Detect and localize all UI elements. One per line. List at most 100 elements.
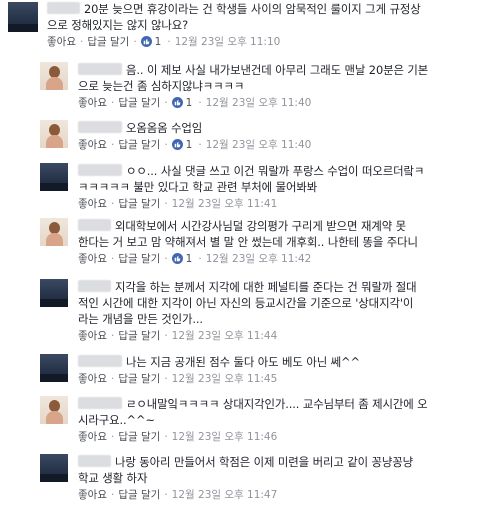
author-name[interactable]: ▌▌▌▌ — [78, 397, 122, 409]
separator: · — [164, 97, 168, 109]
comment-body: ▌▌▌▌ㅇㅇ... 사실 댓글 쓰고 이건 뭐랄까 푸랑스 수업이 떠오르더랔ㅋ… — [78, 163, 478, 211]
like-count[interactable]: 1 — [186, 139, 193, 151]
author-name[interactable]: ▌▌▌ — [47, 2, 80, 14]
reply-button[interactable]: 답글 달기 — [118, 97, 160, 109]
comment-actions: 좋아요 · 답글 달기 · 12월 23일 오후 11:45 — [78, 372, 478, 386]
author-name[interactable]: ▌▌▌▌ — [78, 121, 122, 133]
separator: · — [110, 97, 115, 109]
comment-body: ▌▌▌외대학보에서 시간강사님덜 강의평가 구리게 받으면 재계약 못 한다는 … — [78, 218, 478, 266]
reply-button[interactable]: 답글 달기 — [118, 373, 160, 385]
comment-text-line: ▌▌▌▌ㅇㅇ... 사실 댓글 쓰고 이건 뭐랄까 푸랑스 수업이 떠오르더랔ㅋ… — [78, 163, 478, 195]
avatar[interactable] — [40, 454, 68, 482]
like-button[interactable]: 좋아요 — [78, 253, 107, 265]
reply-button[interactable]: 답글 달기 — [118, 489, 160, 501]
like-button[interactable]: 좋아요 — [78, 431, 107, 443]
timestamp[interactable]: 12월 23일 오후 11:42 — [206, 253, 312, 265]
author-name[interactable]: ▌▌▌▌ — [78, 164, 122, 176]
comment-text-line: ▌▌▌▌ 오옴옴옴 수업임 — [78, 120, 478, 136]
like-button[interactable]: 좋아요 — [78, 489, 107, 501]
separator: · — [164, 330, 168, 342]
comment-text: 나는 지금 공개된 점수 둘다 아도 베도 아닌 쎄^^ — [126, 355, 360, 369]
timestamp[interactable]: 12월 23일 오후 11:46 — [172, 431, 278, 443]
comment-body: ▌▌▌▌ 나는 지금 공개된 점수 둘다 아도 베도 아닌 쎄^^ 좋아요 · 답글 … — [78, 354, 478, 386]
separator: · — [164, 431, 168, 443]
comment-text-line: ▌▌▌외대학보에서 시간강사님덜 강의평가 구리게 받으면 재계약 못 한다는 … — [78, 218, 478, 250]
comment-actions: 좋아요 · 답글 달기 · 1 · 12월 23일 오후 11:40 — [78, 138, 478, 152]
thumbs-up-icon — [171, 253, 183, 264]
reply-button[interactable]: 답글 달기 — [118, 431, 160, 443]
avatar[interactable] — [40, 62, 68, 90]
timestamp[interactable]: 12월 23일 오후 11:41 — [172, 198, 278, 210]
comment-text-line: ▌▌▌지각을 하는 분께서 지각에 대한 페널티를 준다는 건 뭐랄까 절대 적… — [78, 279, 478, 327]
separator: · — [198, 97, 202, 109]
separator: · — [79, 36, 84, 48]
comment-text: 지각을 하는 분께서 지각에 대한 페널티를 준다는 건 뭐랄까 절대 적인 시… — [78, 280, 417, 326]
author-name[interactable]: ▌▌▌▌ — [78, 63, 122, 75]
like-button[interactable]: 좋아요 — [78, 139, 107, 151]
avatar[interactable] — [40, 354, 68, 382]
timestamp[interactable]: 12월 23일 오후 11:45 — [172, 373, 278, 385]
timestamp[interactable]: 12월 23일 오후 11:47 — [172, 489, 278, 501]
comment-text-line: ▌▌▌▌음.. 이 제보 사실 내가보낸건데 아무리 그래도 맨날 20분은 기… — [78, 62, 478, 94]
comment-text: 나랑 동아리 만들어서 학점은 이제 미련을 버리고 같이 꽁냥꽁냥 학교 생활… — [78, 455, 414, 485]
avatar[interactable] — [40, 218, 68, 246]
separator: · — [110, 489, 115, 501]
comment-text-line: ▌▌▌나랑 동아리 만들어서 학점은 이제 미련을 버리고 같이 꽁냥꽁냥 학교… — [78, 454, 478, 486]
like-count[interactable]: 1 — [186, 253, 193, 265]
avatar[interactable] — [40, 120, 68, 148]
author-name[interactable]: ▌▌▌ — [78, 280, 111, 292]
comment-actions: 좋아요 · 답글 달기 · 12월 23일 오후 11:47 — [78, 488, 478, 502]
comment-text-line: ▌▌▌▌ 나는 지금 공개된 점수 둘다 아도 베도 아닌 쎄^^ — [78, 354, 478, 370]
comment-actions: 좋아요 · 답글 달기 · 12월 23일 오후 11:46 — [78, 430, 478, 444]
avatar[interactable] — [40, 163, 68, 191]
timestamp[interactable]: 12월 23일 오후 11:44 — [172, 330, 278, 342]
separator: · — [164, 139, 168, 151]
separator: · — [164, 253, 168, 265]
separator: · — [164, 489, 168, 501]
separator: · — [110, 139, 115, 151]
reply-button[interactable]: 답글 달기 — [118, 330, 160, 342]
comment-text: ㄹㅇ내말잌ㅋㅋㅋㅋ 상대지각인가.... 교수님부터 좀 제시간에 오 시라구요… — [78, 397, 428, 427]
timestamp[interactable]: 12월 23일 오후 11:40 — [206, 139, 312, 151]
timestamp[interactable]: 12월 23일 오후 11:10 — [175, 36, 281, 48]
author-name[interactable]: ▌▌▌ — [78, 219, 111, 231]
like-button[interactable]: 좋아요 — [78, 330, 107, 342]
thumbs-up-icon — [140, 36, 152, 47]
comment-actions: 좋아요 · 답글 달기 · 1 · 12월 23일 오후 11:42 — [78, 252, 478, 266]
separator: · — [164, 373, 168, 385]
avatar[interactable] — [40, 396, 68, 424]
author-name[interactable]: ▌▌▌ — [78, 455, 111, 467]
like-button[interactable]: 좋아요 — [78, 373, 107, 385]
comment-text-line: ▌▌▌▌ㄹㅇ내말잌ㅋㅋㅋㅋ 상대지각인가.... 교수님부터 좀 제시간에 오 … — [78, 396, 478, 428]
reply-button[interactable]: 답글 달기 — [118, 139, 160, 151]
comment-text: 20분 늦으면 휴강이라는 건 학생들 사이의 암묵적인 룰이지 그게 규정상 … — [47, 2, 421, 32]
comment-body: ▌▌▌▌음.. 이 제보 사실 내가보낸건데 아무리 그래도 맨날 20분은 기… — [78, 62, 478, 110]
author-name[interactable]: ▌▌▌▌ — [78, 355, 122, 367]
comment-body: ▌▌▌지각을 하는 분께서 지각에 대한 페널티를 준다는 건 뭐랄까 절대 적… — [78, 279, 478, 343]
like-count[interactable]: 1 — [186, 97, 193, 109]
like-button[interactable]: 좋아요 — [78, 97, 107, 109]
comment-text: 외대학보에서 시간강사님덜 강의평가 구리게 받으면 재계약 못 한다는 거 보… — [78, 219, 418, 249]
separator: · — [110, 431, 115, 443]
comment-body: ▌▌▌나랑 동아리 만들어서 학점은 이제 미련을 버리고 같이 꽁냥꽁냥 학교… — [78, 454, 478, 502]
separator: · — [198, 139, 202, 151]
separator: · — [164, 198, 168, 210]
comment-actions: 좋아요 · 답글 달기 · 1 · 12월 23일 오후 11:40 — [78, 96, 478, 110]
avatar[interactable] — [8, 2, 38, 32]
like-button[interactable]: 좋아요 — [47, 36, 76, 48]
reply-button[interactable]: 답글 달기 — [118, 253, 160, 265]
comment-text-line: ▌▌▌20분 늦으면 휴강이라는 건 학생들 사이의 암묵적인 룰이지 그게 규… — [47, 1, 478, 33]
avatar[interactable] — [40, 279, 68, 307]
reply-button[interactable]: 답글 달기 — [118, 198, 160, 210]
comment-actions: 좋아요 · 답글 달기 · 12월 23일 오후 11:44 — [78, 329, 478, 343]
like-button[interactable]: 좋아요 — [78, 198, 107, 210]
comment-actions: 좋아요 · 답글 달기 · 12월 23일 오후 11:41 — [78, 197, 478, 211]
like-count[interactable]: 1 — [155, 36, 162, 48]
separator: · — [167, 36, 171, 48]
comment-thread: ▌▌▌20분 늦으면 휴강이라는 건 학생들 사이의 암묵적인 룰이지 그게 규… — [0, 0, 486, 511]
timestamp[interactable]: 12월 23일 오후 11:40 — [206, 97, 312, 109]
separator: · — [110, 198, 115, 210]
reply-button[interactable]: 답글 달기 — [87, 36, 129, 48]
comment-text: ㅇㅇ... 사실 댓글 쓰고 이건 뭐랄까 푸랑스 수업이 떠오르더랔ㅋ ㅋㅋㅋ… — [78, 164, 425, 194]
comment-body: ▌▌▌20분 늦으면 휴강이라는 건 학생들 사이의 암묵적인 룰이지 그게 규… — [47, 1, 478, 49]
